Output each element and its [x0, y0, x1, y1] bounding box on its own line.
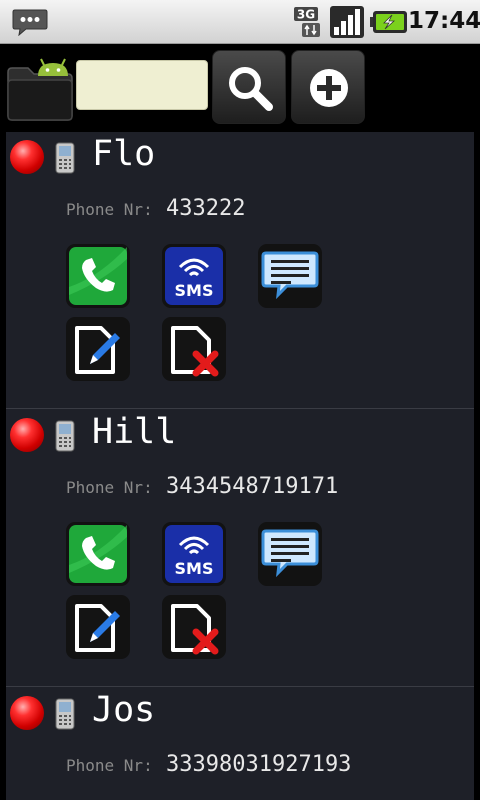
edit-contact-icon — [75, 326, 120, 374]
phone-number: 3434548719171 — [166, 474, 339, 499]
3g-data-icon: 3G — [294, 7, 320, 37]
edit-contact-icon — [75, 604, 120, 652]
mobile-phone-icon — [55, 698, 75, 730]
network-type-label: 3G — [297, 8, 315, 22]
edit-contact-button[interactable] — [66, 595, 130, 659]
delete-contact-button[interactable] — [162, 317, 226, 381]
contact-name: Hill — [92, 412, 177, 452]
sms-button[interactable]: SMS — [162, 522, 226, 586]
battery-charging-icon — [370, 11, 407, 33]
status-bar: 3G 17:44 — [0, 0, 480, 44]
mobile-phone-icon — [55, 142, 75, 174]
contact-list: Flo Phone Nr: 433222 SMS Hill Phone Nr: … — [6, 132, 474, 800]
status-indicator-icon — [10, 418, 44, 452]
phone-number: 433222 — [166, 196, 246, 221]
contact-name: Flo — [92, 134, 156, 174]
contact-item[interactable]: Jos Phone Nr: 33398031927193 — [6, 688, 474, 800]
sms-button[interactable]: SMS — [162, 244, 226, 308]
call-icon — [69, 247, 127, 305]
call-button[interactable] — [66, 522, 130, 586]
contact-name: Jos — [92, 690, 156, 730]
mobile-phone-icon — [55, 420, 75, 452]
contact-item[interactable]: Flo Phone Nr: 433222 SMS — [6, 132, 474, 409]
delete-contact-button[interactable] — [162, 595, 226, 659]
status-indicator-icon — [10, 696, 44, 730]
call-button[interactable] — [66, 244, 130, 308]
search-icon — [229, 67, 273, 111]
phone-number: 33398031927193 — [166, 752, 352, 777]
clock: 17:44 — [408, 8, 480, 34]
status-indicator-icon — [10, 140, 44, 174]
phone-label: Phone Nr: — [66, 478, 153, 497]
contact-item[interactable]: Hill Phone Nr: 3434548719171 SMS — [6, 410, 474, 687]
search-input[interactable] — [76, 60, 208, 110]
phone-label: Phone Nr: — [66, 756, 153, 775]
sms-label: SMS — [175, 281, 214, 300]
android-folder-icon[interactable] — [6, 54, 74, 124]
call-icon — [69, 525, 127, 583]
delete-contact-icon — [171, 604, 219, 655]
message-button[interactable] — [258, 244, 322, 308]
message-notification-icon — [12, 9, 48, 36]
phone-label: Phone Nr: — [66, 200, 153, 219]
edit-contact-button[interactable] — [66, 317, 130, 381]
sms-icon: SMS — [165, 525, 223, 583]
message-icon — [261, 529, 319, 578]
message-icon — [261, 251, 319, 300]
add-contact-button[interactable] — [291, 50, 365, 124]
signal-strength-icon — [330, 6, 364, 38]
search-button[interactable] — [212, 50, 286, 124]
add-icon — [310, 69, 348, 107]
message-button[interactable] — [258, 522, 322, 586]
sms-icon: SMS — [165, 247, 223, 305]
delete-contact-icon — [171, 326, 219, 377]
toolbar — [0, 44, 480, 132]
sms-label: SMS — [175, 559, 214, 578]
